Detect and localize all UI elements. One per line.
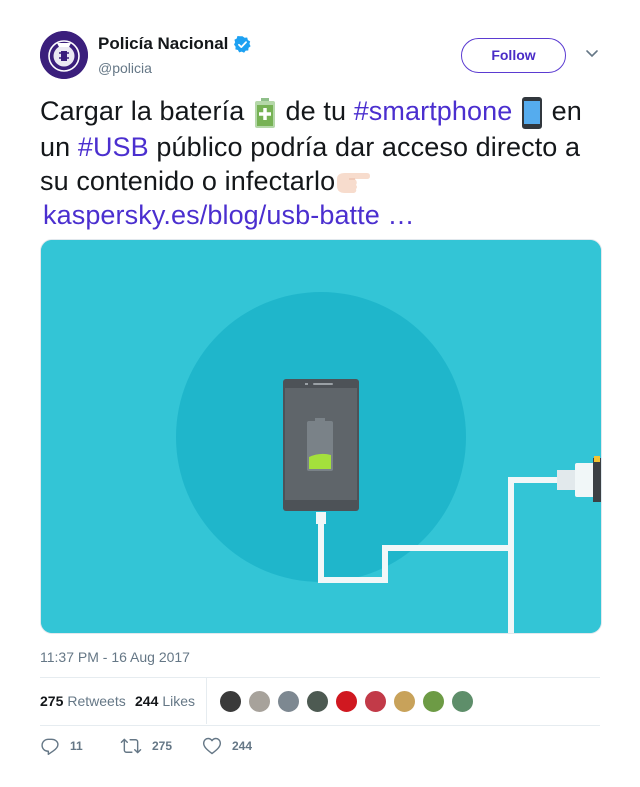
retweet-icon xyxy=(120,738,142,754)
liker-avatar[interactable] xyxy=(247,689,272,714)
liker-avatar[interactable] xyxy=(421,689,446,714)
liker-avatar[interactable] xyxy=(276,689,301,714)
smartphone-emoji xyxy=(522,96,542,129)
chevron-down-icon[interactable] xyxy=(584,45,600,61)
phone-charging-usb-illustration xyxy=(41,240,601,633)
tweet-actions: 11 275 244 xyxy=(40,734,600,760)
retweets-stat[interactable]: 275 Retweets xyxy=(40,693,126,709)
tweet-text: Cargar la batería de tu #smartphone en u… xyxy=(40,94,610,232)
retweets-label: Retweets xyxy=(67,693,126,709)
tweet-header: Policía Nacional @policia Follow xyxy=(40,31,600,79)
hashtag-smartphone[interactable]: #smartphone xyxy=(354,96,513,126)
liker-avatar[interactable] xyxy=(218,689,243,714)
likes-count: 244 xyxy=(135,693,159,709)
tweet-stats: 275 Retweets 244 Likes xyxy=(40,678,600,726)
police-badge-icon xyxy=(40,31,88,79)
liker-avatar[interactable] xyxy=(450,689,475,714)
author-name[interactable]: Policía Nacional xyxy=(98,34,228,54)
liker-avatar[interactable] xyxy=(392,689,417,714)
liker-avatar[interactable] xyxy=(334,689,359,714)
tweet-timestamp[interactable]: 11:37 PM - 16 Aug 2017 xyxy=(40,649,190,665)
retweet-count: 275 xyxy=(152,739,173,753)
like-count: 244 xyxy=(232,739,253,753)
battery-charging-emoji xyxy=(254,97,275,128)
liker-avatar[interactable] xyxy=(305,689,330,714)
tweet-media-image[interactable] xyxy=(40,239,602,634)
follow-button[interactable]: Follow xyxy=(461,38,566,73)
stats-separator xyxy=(206,678,207,724)
tweet-link[interactable]: kaspersky.es/blog/usb-batte … xyxy=(43,200,415,230)
likes-label: Likes xyxy=(162,693,196,709)
heart-icon xyxy=(202,737,222,755)
retweets-count: 275 xyxy=(40,693,64,709)
retweet-button[interactable]: 275 xyxy=(120,736,172,756)
like-button[interactable]: 244 xyxy=(202,736,252,756)
liker-avatar[interactable] xyxy=(363,689,388,714)
reply-icon xyxy=(41,738,59,756)
pointing-right-emoji xyxy=(337,172,371,193)
verified-badge-icon xyxy=(234,35,251,53)
divider xyxy=(40,725,600,726)
reply-button[interactable]: 11 xyxy=(40,736,83,756)
reply-count: 11 xyxy=(70,739,83,753)
tweet-text-part: de tu xyxy=(277,96,354,126)
author-handle[interactable]: @policia xyxy=(98,60,152,76)
likes-stat[interactable]: 244 Likes xyxy=(135,693,195,709)
tweet-text-part: Cargar la batería xyxy=(40,96,252,126)
hashtag-usb[interactable]: #USB xyxy=(78,132,149,162)
author-avatar[interactable] xyxy=(40,31,88,79)
